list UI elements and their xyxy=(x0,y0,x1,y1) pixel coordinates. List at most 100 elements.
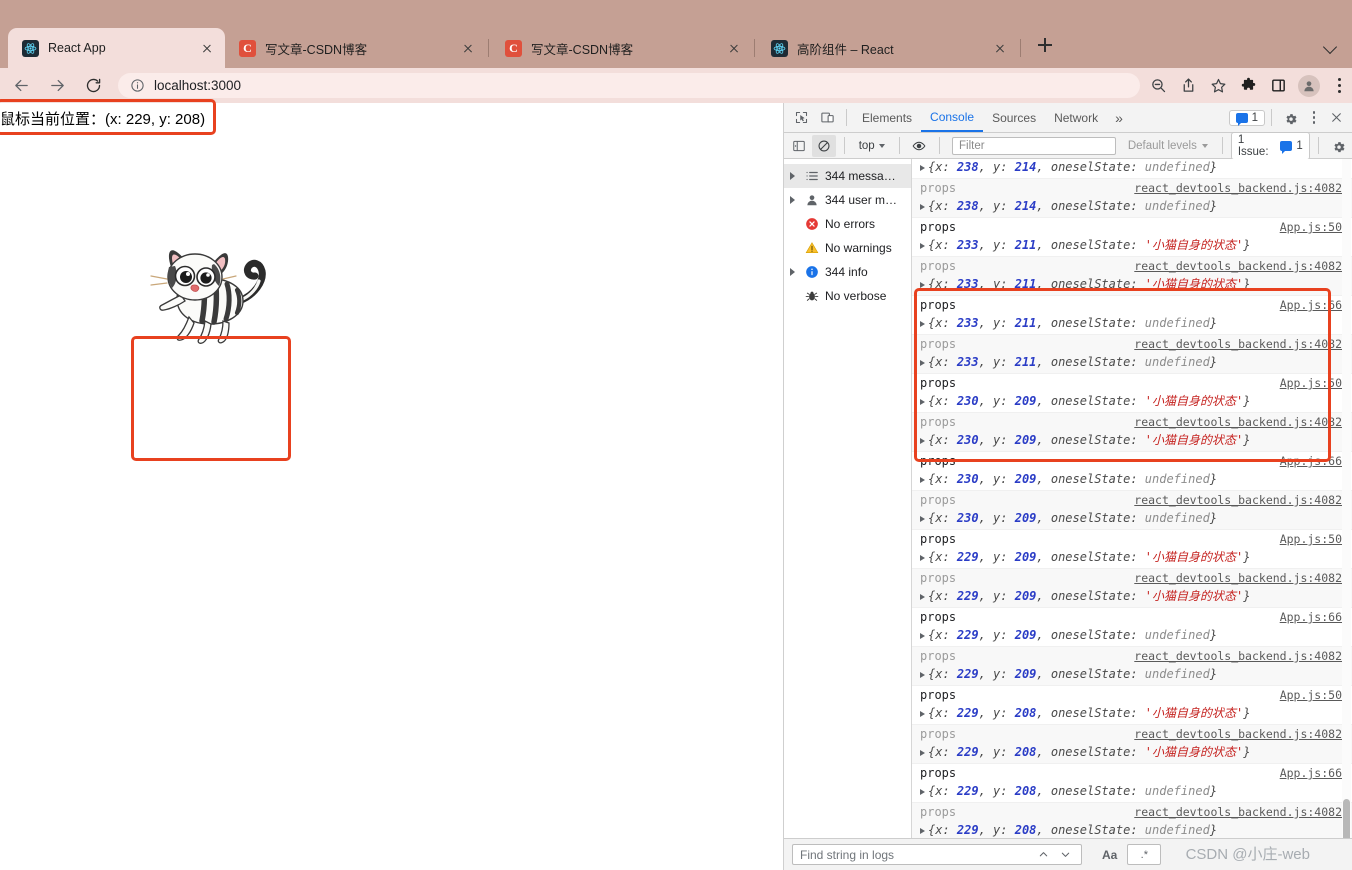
expand-triangle-icon[interactable] xyxy=(920,203,925,210)
console-log-entry[interactable]: props react_devtools_backend.js:4082 {x: 2… xyxy=(912,413,1352,452)
console-log-entry[interactable]: props react_devtools_backend.js:4082 {x: 2… xyxy=(912,491,1352,530)
expand-triangle-icon[interactable] xyxy=(920,554,925,561)
browser-tab-3[interactable]: 高阶组件 – React xyxy=(757,28,1018,68)
console-log-source-link[interactable]: App.js:66 xyxy=(1280,454,1342,468)
tab-search-chevron-down-icon[interactable] xyxy=(1324,42,1338,51)
forward-icon[interactable] xyxy=(42,71,72,101)
expand-triangle-icon[interactable] xyxy=(920,671,925,678)
console-scrollbar-thumb[interactable] xyxy=(1343,799,1350,838)
console-log-source-link[interactable]: App.js:50 xyxy=(1280,688,1342,702)
expand-triangle-icon[interactable] xyxy=(920,749,925,756)
console-log-source-link[interactable]: App.js:66 xyxy=(1280,766,1342,780)
console-log-source-link[interactable]: react_devtools_backend.js:4082 xyxy=(1134,571,1342,585)
expand-triangle-icon[interactable] xyxy=(920,164,925,171)
console-log-entry[interactable]: props react_devtools_backend.js:4082 {x: 2… xyxy=(912,803,1352,838)
expand-triangle-icon[interactable] xyxy=(920,788,925,795)
address-bar[interactable]: localhost:3000 xyxy=(118,73,1140,98)
profile-avatar-icon[interactable] xyxy=(1298,74,1320,97)
browser-tab-2[interactable]: C 写文章-CSDN博客 xyxy=(491,28,752,68)
sidebar-item-user-messages[interactable]: 344 user m… xyxy=(784,188,911,212)
console-log-object[interactable]: {x: 238, y: 214, oneselState: undefined} xyxy=(920,198,1352,215)
console-log-entry[interactable]: props react_devtools_backend.js:4082 {x: 2… xyxy=(912,179,1352,218)
expand-triangle-icon[interactable] xyxy=(920,632,925,639)
close-icon[interactable] xyxy=(199,40,215,56)
clear-console-icon[interactable] xyxy=(812,134,836,157)
console-log-source-link[interactable]: react_devtools_backend.js:4082 xyxy=(1134,493,1342,507)
console-log-object[interactable]: {x: 233, y: 211, oneselState: '小猫自身的状态'} xyxy=(920,237,1352,254)
expand-triangle-icon[interactable] xyxy=(920,242,925,249)
expand-triangle-icon[interactable] xyxy=(920,359,925,366)
devtools-menu-icon[interactable] xyxy=(1304,105,1324,131)
console-log-source-link[interactable]: react_devtools_backend.js:4082 xyxy=(1134,727,1342,741)
console-log-entry[interactable]: props App.js:50 {x: 229, y: 208, oneselSta… xyxy=(912,686,1352,725)
expand-triangle-icon[interactable] xyxy=(920,437,925,444)
expand-triangle-icon[interactable] xyxy=(920,827,925,834)
console-log-source-link[interactable]: App.js:50 xyxy=(1280,532,1342,546)
find-match-case-button[interactable]: Aa xyxy=(1102,848,1117,862)
console-log-entry[interactable]: props App.js:66 {x: 230, y: 209, oneselSta… xyxy=(912,452,1352,491)
expand-triangle-icon[interactable] xyxy=(920,710,925,717)
find-next-icon[interactable] xyxy=(1054,844,1076,865)
console-log-object[interactable]: {x: 229, y: 208, oneselState: undefined} xyxy=(920,783,1352,800)
share-icon[interactable] xyxy=(1174,72,1202,100)
close-icon[interactable] xyxy=(992,40,1008,56)
close-icon[interactable] xyxy=(460,40,476,56)
console-log-object[interactable]: {x: 230, y: 209, oneselState: '小猫自身的状态'} xyxy=(920,432,1352,449)
bookmark-star-icon[interactable] xyxy=(1204,72,1232,100)
console-log-source-link[interactable]: App.js:66 xyxy=(1280,298,1342,312)
console-log-object[interactable]: {x: 230, y: 209, oneselState: '小猫自身的状态'} xyxy=(920,393,1352,410)
console-filter-input[interactable] xyxy=(951,136,1116,155)
console-log-entry[interactable]: props App.js:66 {x: 229, y: 208, oneselSta… xyxy=(912,764,1352,803)
console-log-object[interactable]: {x: 233, y: 211, oneselState: undefined} xyxy=(920,315,1352,332)
expand-triangle-icon[interactable] xyxy=(787,196,798,204)
console-log-entry[interactable]: props react_devtools_backend.js:4082 {x: 2… xyxy=(912,257,1352,296)
sidebar-item-warnings[interactable]: No warnings xyxy=(784,236,911,260)
back-icon[interactable] xyxy=(6,71,36,101)
console-log-source-link[interactable]: App.js:50 xyxy=(1280,220,1342,234)
close-icon[interactable] xyxy=(726,40,742,56)
expand-triangle-icon[interactable] xyxy=(920,320,925,327)
expand-triangle-icon[interactable] xyxy=(920,281,925,288)
settings-gear-icon[interactable] xyxy=(1278,105,1304,131)
expand-triangle-icon[interactable] xyxy=(787,172,798,180)
console-log-object[interactable]: {x: 233, y: 211, oneselState: undefined} xyxy=(920,354,1352,371)
console-log-source-link[interactable]: react_devtools_backend.js:4082 xyxy=(1134,415,1342,429)
console-log-area[interactable]: {x: 238, y: 214, oneselState: undefined}… xyxy=(912,159,1352,838)
console-log-source-link[interactable]: react_devtools_backend.js:4082 xyxy=(1134,805,1342,819)
tab-network[interactable]: Network xyxy=(1045,103,1107,132)
find-previous-icon[interactable] xyxy=(1032,844,1054,865)
log-levels-selector[interactable]: Default levels xyxy=(1122,140,1214,152)
expand-triangle-icon[interactable] xyxy=(787,268,798,276)
console-log-object[interactable]: {x: 230, y: 209, oneselState: undefined} xyxy=(920,471,1352,488)
console-sidebar-toggle-icon[interactable] xyxy=(787,135,810,157)
console-log-source-link[interactable]: App.js:50 xyxy=(1280,376,1342,390)
expand-triangle-icon[interactable] xyxy=(920,476,925,483)
sidebar-item-verbose[interactable]: No verbose xyxy=(784,284,911,308)
expand-triangle-icon[interactable] xyxy=(920,515,925,522)
console-scrollbar[interactable] xyxy=(1342,159,1351,838)
console-log-object[interactable]: {x: 229, y: 208, oneselState: '小猫自身的状态'} xyxy=(920,705,1352,722)
cartoon-cat-illustration[interactable] xyxy=(131,233,291,358)
console-log-entry[interactable]: props react_devtools_backend.js:4082 {x: 2… xyxy=(912,647,1352,686)
browser-menu-icon[interactable] xyxy=(1326,72,1352,100)
console-log-source-link[interactable]: react_devtools_backend.js:4082 xyxy=(1134,649,1342,663)
sidebar-item-messages[interactable]: 344 messa… xyxy=(784,164,911,188)
console-log-object[interactable]: {x: 229, y: 209, oneselState: '小猫自身的状态'} xyxy=(920,588,1352,605)
more-tabs-icon[interactable]: » xyxy=(1107,110,1131,126)
console-log-source-link[interactable]: react_devtools_backend.js:4082 xyxy=(1134,181,1342,195)
console-log-object[interactable]: {x: 230, y: 209, oneselState: undefined} xyxy=(920,510,1352,527)
console-log-object[interactable]: {x: 233, y: 211, oneselState: '小猫自身的状态'} xyxy=(920,276,1352,293)
console-log-entry[interactable]: props App.js:50 {x: 233, y: 211, oneselSta… xyxy=(912,218,1352,257)
new-tab-button[interactable] xyxy=(1031,31,1059,59)
console-log-source-link[interactable]: App.js:66 xyxy=(1280,610,1342,624)
side-panel-icon[interactable] xyxy=(1264,72,1292,100)
console-settings-gear-icon[interactable] xyxy=(1327,133,1352,159)
console-log-entry[interactable]: props App.js:66 {x: 233, y: 211, oneselSta… xyxy=(912,296,1352,335)
sidebar-item-errors[interactable]: No errors xyxy=(784,212,911,236)
console-log-object[interactable]: {x: 229, y: 208, oneselState: '小猫自身的状态'} xyxy=(920,744,1352,761)
extensions-puzzle-icon[interactable] xyxy=(1234,72,1262,100)
sidebar-item-info[interactable]: 344 info xyxy=(784,260,911,284)
search-icon[interactable] xyxy=(1144,72,1172,100)
issues-badge[interactable]: 1 Issue: 1 xyxy=(1230,131,1310,160)
console-log-object[interactable]: {x: 229, y: 209, oneselState: '小猫自身的状态'} xyxy=(920,549,1352,566)
